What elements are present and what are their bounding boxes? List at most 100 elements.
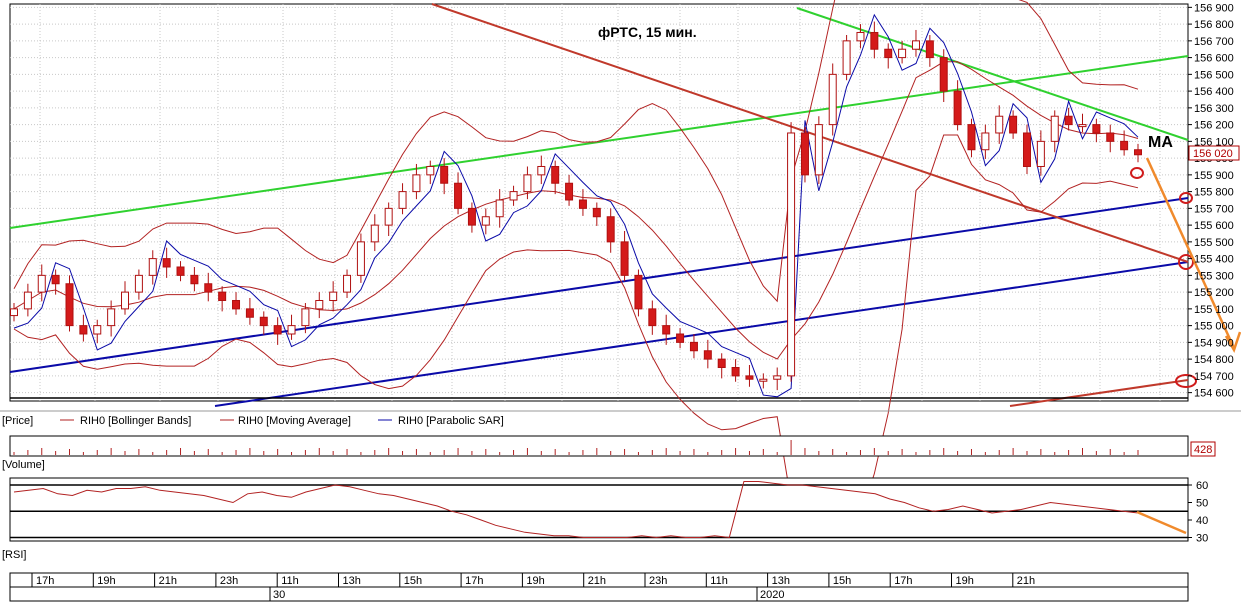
candle-body xyxy=(467,207,476,226)
candle-body xyxy=(648,308,657,327)
price-tick-label: 155 500 xyxy=(1194,237,1234,249)
time-tick-label: 13h xyxy=(343,575,361,587)
time-tick-label: 21h xyxy=(159,575,177,587)
date-axis xyxy=(9,586,1189,602)
price-tick-label: 154 900 xyxy=(1194,337,1234,349)
candle-body xyxy=(65,283,74,327)
legend-moving-average: RIH0 [Moving Average] xyxy=(238,415,351,427)
candle-body xyxy=(523,174,532,193)
candle-body xyxy=(23,291,32,310)
candle-body xyxy=(995,115,1004,134)
candle-body xyxy=(537,165,546,176)
price-tick-label: 155 900 xyxy=(1194,170,1234,182)
candle-body xyxy=(1078,124,1087,128)
chart-title: фРТС, 15 мин. xyxy=(598,24,697,40)
price-tick-label: 156 600 xyxy=(1194,53,1234,65)
candle-body xyxy=(232,299,241,310)
price-tick-label: 155 200 xyxy=(1194,287,1234,299)
candle-body xyxy=(981,132,990,151)
candle-body xyxy=(717,358,726,368)
candle-body xyxy=(51,274,60,285)
price-tick-label: 154 600 xyxy=(1194,388,1234,400)
time-tick-label: 15h xyxy=(833,575,851,587)
price-tick-label: 155 100 xyxy=(1194,304,1234,316)
candle-body xyxy=(107,308,116,327)
time-tick-label: 13h xyxy=(772,575,790,587)
candle-body xyxy=(259,316,268,327)
price-tick-label: 156 400 xyxy=(1194,86,1234,98)
candle-body xyxy=(454,182,463,209)
candle-body xyxy=(884,48,893,59)
last-price-label: 156 020 xyxy=(1193,148,1233,160)
rsi-tick-label: 60 xyxy=(1196,480,1208,492)
rsi-label: [RSI] xyxy=(2,549,26,561)
candle-body xyxy=(745,375,754,380)
candle-body xyxy=(925,40,934,59)
candle-body xyxy=(162,258,171,268)
price-tick-label: 156 300 xyxy=(1194,103,1234,115)
candle-body xyxy=(1134,149,1142,156)
candle-body xyxy=(551,165,560,184)
rsi-tick-label: 50 xyxy=(1196,498,1208,510)
volume-label: [Volume] xyxy=(2,459,45,471)
rsi-axis: 60 50 40 30 xyxy=(1188,480,1208,545)
candle-body xyxy=(315,299,324,310)
price-tick-label: 156 500 xyxy=(1194,69,1234,81)
candle-body xyxy=(1064,115,1073,126)
candle-body xyxy=(384,207,393,226)
candle-body xyxy=(412,174,421,193)
volume-last-label: 428 xyxy=(1194,444,1212,456)
rsi-panel xyxy=(9,477,1189,542)
date-label-30: 30 xyxy=(273,589,285,601)
legend-parabolic-sar: RIH0 [Parabolic SAR] xyxy=(398,415,504,427)
candle-body xyxy=(578,199,587,209)
candle-body xyxy=(856,31,865,42)
candle-body xyxy=(898,48,907,59)
candle-body xyxy=(1050,115,1059,142)
candle-body xyxy=(620,241,629,276)
candle-body xyxy=(204,283,213,293)
price-tick-label: 155 600 xyxy=(1194,220,1234,232)
price-chart: фРТС, 15 мин. MA 154 600154 700154 80015… xyxy=(0,0,1241,602)
time-tick-label: 21h xyxy=(588,575,606,587)
price-tick-label: 156 700 xyxy=(1194,36,1234,48)
candle-body xyxy=(218,291,227,301)
price-tick-label: 155 400 xyxy=(1194,254,1234,266)
time-tick-label: 15h xyxy=(404,575,422,587)
candle-body xyxy=(731,366,740,377)
candle-body xyxy=(911,40,920,50)
candle-body xyxy=(1036,140,1045,167)
rsi-tick-label: 40 xyxy=(1196,515,1208,527)
candle-body xyxy=(759,378,768,382)
date-label-2020: 2020 xyxy=(760,589,784,601)
candle-body xyxy=(953,90,962,126)
candle-body xyxy=(398,191,407,209)
candle-body xyxy=(565,182,574,201)
price-tick-label: 156 900 xyxy=(1194,2,1234,14)
candle-body xyxy=(301,308,310,327)
candle-body xyxy=(800,132,809,176)
time-tick-label: 11h xyxy=(710,575,728,587)
time-tick-label: 19h xyxy=(956,575,974,587)
candle-body xyxy=(787,132,796,377)
candle-body xyxy=(676,333,685,343)
candle-body xyxy=(121,291,130,310)
time-tick-label: 19h xyxy=(526,575,544,587)
candle-body xyxy=(148,258,157,276)
candle-body xyxy=(634,274,643,310)
price-tick-label: 155 300 xyxy=(1194,270,1234,282)
time-tick-label: 19h xyxy=(97,575,115,587)
candle-body xyxy=(190,274,199,285)
time-tick-label: 11h xyxy=(281,575,299,587)
candle-body xyxy=(343,274,352,293)
price-tick-label: 156 800 xyxy=(1194,19,1234,31)
candle-body xyxy=(245,308,254,318)
candle-body xyxy=(176,266,185,276)
time-tick-label: 21h xyxy=(1017,575,1035,587)
candle-body xyxy=(870,31,879,50)
candle-body xyxy=(273,325,282,335)
candle-body xyxy=(1009,115,1018,134)
candle-body xyxy=(592,207,601,218)
candle-body xyxy=(509,191,518,201)
candle-body xyxy=(814,124,823,176)
